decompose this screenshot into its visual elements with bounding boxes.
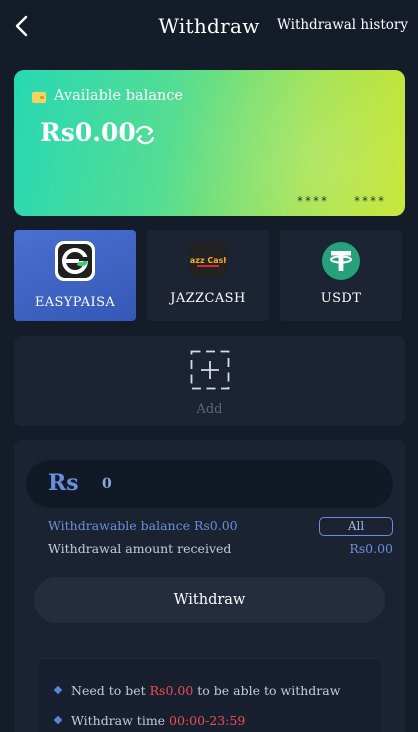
method-jazzcash[interactable]: Jazz Cash JAZZCASH: [147, 230, 269, 321]
balance-card: Available balance Rs0.00 **** ****: [14, 70, 405, 216]
available-balance-label: Available balance: [54, 88, 183, 104]
bullet-icon: [53, 685, 63, 695]
balance-amount: Rs0.00: [40, 118, 136, 147]
jazzcash-logo-icon: Jazz Cash: [186, 242, 229, 278]
wallet-icon: [32, 92, 46, 103]
method-easypaisa[interactable]: EASYPAISA: [14, 230, 136, 321]
method-usdt[interactable]: USDT: [280, 230, 402, 321]
note-item: Need to bet Rs0.00 to be able to withdra…: [53, 683, 340, 698]
card-number-mask: ****: [354, 194, 386, 208]
easypaisa-logo-icon: [54, 240, 96, 282]
withdrawal-history-link[interactable]: Withdrawal history: [277, 17, 408, 33]
withdrawable-balance: Withdrawable balance Rs0.00: [48, 518, 238, 533]
amount-input[interactable]: [102, 472, 362, 496]
method-label: JAZZCASH: [170, 291, 246, 306]
refresh-icon[interactable]: [132, 122, 158, 148]
add-account-button[interactable]: Add: [14, 336, 405, 426]
amount-field[interactable]: Rs: [26, 460, 393, 508]
withdraw-button[interactable]: Withdraw: [34, 577, 385, 623]
bullet-icon: [53, 715, 63, 725]
currency-symbol: Rs: [48, 470, 79, 496]
method-label: EASYPAISA: [34, 295, 116, 310]
tether-logo-icon: [321, 241, 361, 281]
note-item: Withdraw time 00:00-23:59: [53, 713, 245, 728]
add-label: Add: [196, 402, 223, 417]
all-button[interactable]: All: [319, 517, 393, 536]
jazzcash-logo-text: Jazz Cash: [190, 256, 226, 265]
add-icon: [190, 350, 230, 390]
withdraw-form-panel: Rs Withdrawable balance Rs0.00 All Withd…: [14, 440, 405, 732]
received-value: Rs0.00: [349, 541, 393, 556]
top-bar: Withdraw Withdrawal history: [0, 0, 418, 52]
card-number-mask: ****: [297, 194, 329, 208]
method-label: USDT: [320, 291, 362, 306]
received-label: Withdrawal amount received: [48, 541, 232, 556]
withdraw-notes: Need to bet Rs0.00 to be able to withdra…: [36, 658, 383, 732]
